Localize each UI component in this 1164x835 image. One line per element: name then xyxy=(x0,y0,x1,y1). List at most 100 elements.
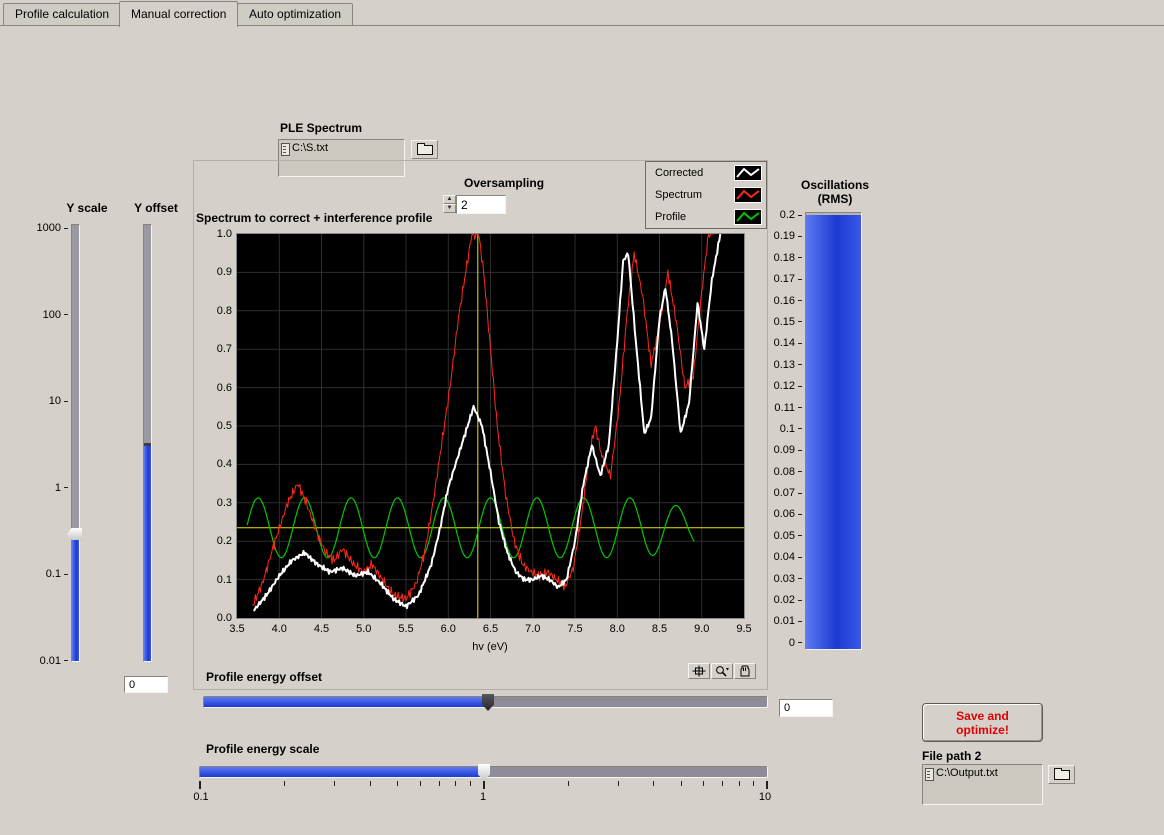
y-scale-label: Y scale xyxy=(64,201,110,215)
oscillations-tick-label: 0.02 xyxy=(774,594,802,606)
energy-scale-tick xyxy=(766,781,768,789)
x-axis-title: hv (eV) xyxy=(440,641,540,653)
profile-energy-offset-handle[interactable] xyxy=(482,694,494,711)
profile-energy-scale-slider-track[interactable] xyxy=(199,766,768,778)
profile-energy-offset-input[interactable]: 0 xyxy=(779,699,833,717)
oscillations-tick-label: 0.08 xyxy=(774,466,802,478)
y-offset-input[interactable]: 0 xyxy=(124,676,168,693)
oscillations-tick-label: 0.03 xyxy=(774,573,802,585)
x-axis-tick-label: 8.0 xyxy=(601,623,633,635)
file-path-2-control[interactable]: C:\Output.txt xyxy=(922,764,1043,805)
energy-scale-max-label: 10 xyxy=(754,791,776,803)
profile-energy-offset-slider-track[interactable] xyxy=(203,696,768,708)
oversampling-label: Oversampling xyxy=(464,176,544,190)
y-offset-slider-handle[interactable] xyxy=(144,443,151,446)
legend-item[interactable]: Spectrum xyxy=(646,184,766,206)
x-axis-labels: 3.54.04.55.05.56.06.57.07.58.08.59.09.5 xyxy=(221,623,760,635)
x-axis-tick-label: 6.0 xyxy=(432,623,464,635)
oscillations-tick-label: 0.14 xyxy=(774,337,802,349)
y-scale-slider-handle[interactable] xyxy=(67,528,82,540)
energy-scale-tick xyxy=(370,781,371,786)
y-scale-tick-label: 10 xyxy=(49,395,68,407)
pan-tool-button[interactable] xyxy=(734,663,756,679)
profile-energy-offset-fill xyxy=(204,697,487,707)
x-axis-tick-label: 3.5 xyxy=(221,623,253,635)
energy-scale-tick xyxy=(653,781,654,786)
folder-icon xyxy=(1054,770,1070,780)
file-path-2-value: C:\Output.txt xyxy=(936,767,998,779)
energy-scale-tick xyxy=(334,781,335,786)
ple-spectrum-path-control[interactable]: C:\S.txt xyxy=(278,139,405,177)
y-axis-tick-label: 0.3 xyxy=(217,497,232,509)
y-scale-tick-label: 0.1 xyxy=(46,568,68,580)
oscillations-tick-label: 0.19 xyxy=(774,230,802,242)
decrement-arrow-icon[interactable]: ▼ xyxy=(443,204,456,213)
x-axis-tick-label: 7.0 xyxy=(517,623,549,635)
ple-spectrum-label: PLE Spectrum xyxy=(280,121,362,135)
legend-item[interactable]: Corrected xyxy=(646,162,766,184)
y-offset-slider-fill xyxy=(144,443,151,661)
save-and-optimize-button[interactable]: Save and optimize! xyxy=(922,703,1043,742)
oscillations-tick-label: 0 xyxy=(789,637,802,649)
oscillations-tick-labels: 0.20.190.180.170.160.150.140.130.120.110… xyxy=(758,209,802,649)
plot-legend: Corrected Spectrum Profile xyxy=(645,161,767,229)
y-scale-tick-label: 1000 xyxy=(37,222,68,234)
spectrum-graph[interactable] xyxy=(236,233,745,619)
legend-line-sample-icon xyxy=(734,187,762,203)
oscillations-tick-label: 0.09 xyxy=(774,444,802,456)
ple-spectrum-browse-button[interactable] xyxy=(411,140,438,159)
energy-scale-tick xyxy=(439,781,440,786)
legend-label: Profile xyxy=(655,211,686,223)
legend-item[interactable]: Profile xyxy=(646,206,766,228)
y-axis-tick-label: 0.6 xyxy=(217,382,232,394)
tab-manual-correction[interactable]: Manual correction xyxy=(119,1,238,27)
energy-scale-tick xyxy=(703,781,704,786)
increment-arrow-icon[interactable]: ▲ xyxy=(443,195,456,204)
energy-scale-ticks xyxy=(199,781,768,790)
oscillations-tick-label: 0.11 xyxy=(774,402,802,414)
profile-energy-offset-label: Profile energy offset xyxy=(206,670,322,684)
oversampling-input[interactable]: 2 xyxy=(456,195,506,214)
y-offset-label: Y offset xyxy=(132,201,180,215)
oscillations-units-label: (RMS) xyxy=(789,192,881,206)
oscillations-tick-label: 0.04 xyxy=(774,551,802,563)
energy-scale-min-label: 0.1 xyxy=(190,791,212,803)
y-scale-tick-label: 1 xyxy=(55,482,68,494)
oscillations-tick-label: 0.18 xyxy=(774,252,802,264)
energy-scale-tick xyxy=(618,781,619,786)
profile-energy-scale-handle[interactable] xyxy=(478,764,490,781)
y-scale-slider-track[interactable] xyxy=(71,224,80,662)
x-axis-tick-label: 8.5 xyxy=(644,623,676,635)
x-axis-tick-label: 9.5 xyxy=(728,623,760,635)
x-axis-tick-label: 6.5 xyxy=(475,623,507,635)
x-axis-tick-label: 7.5 xyxy=(559,623,591,635)
oscillations-gauge xyxy=(805,212,862,650)
y-axis-tick-label: 0.7 xyxy=(217,343,232,355)
oscillations-tick-label: 0.12 xyxy=(774,380,802,392)
legend-label: Corrected xyxy=(655,167,703,179)
file-path-2-browse-button[interactable] xyxy=(1048,765,1075,784)
tab-auto-optimization[interactable]: Auto optimization xyxy=(237,3,353,25)
oscillations-tick-label: 0.05 xyxy=(774,530,802,542)
energy-scale-tick xyxy=(455,781,456,786)
x-axis-tick-label: 5.0 xyxy=(348,623,380,635)
oscillations-tick-label: 0.13 xyxy=(774,359,802,371)
energy-scale-tick xyxy=(681,781,682,786)
oscillations-tick-label: 0.01 xyxy=(774,615,802,627)
y-offset-slider-track[interactable] xyxy=(143,224,152,662)
tab-profile-calculation[interactable]: Profile calculation xyxy=(3,3,121,25)
y-scale-tick-label: 0.01 xyxy=(40,655,68,667)
oscillations-tick-label: 0.2 xyxy=(780,209,802,221)
oscillations-tick-label: 0.07 xyxy=(774,487,802,499)
oversampling-spinner: ▲ ▼ xyxy=(443,195,456,214)
y-axis-tick-label: 0.2 xyxy=(217,535,232,547)
cursor-tool-button[interactable] xyxy=(688,663,710,679)
tab-bar: Profile calculation Manual correction Au… xyxy=(0,0,1164,26)
energy-scale-tick xyxy=(470,781,471,786)
y-axis-tick-label: 0.9 xyxy=(217,266,232,278)
x-axis-tick-label: 4.0 xyxy=(263,623,295,635)
crosshair-icon xyxy=(691,665,707,677)
y-scale-tick-label: 100 xyxy=(43,309,68,321)
zoom-tool-button[interactable] xyxy=(711,663,733,679)
magnifier-icon xyxy=(714,665,730,677)
